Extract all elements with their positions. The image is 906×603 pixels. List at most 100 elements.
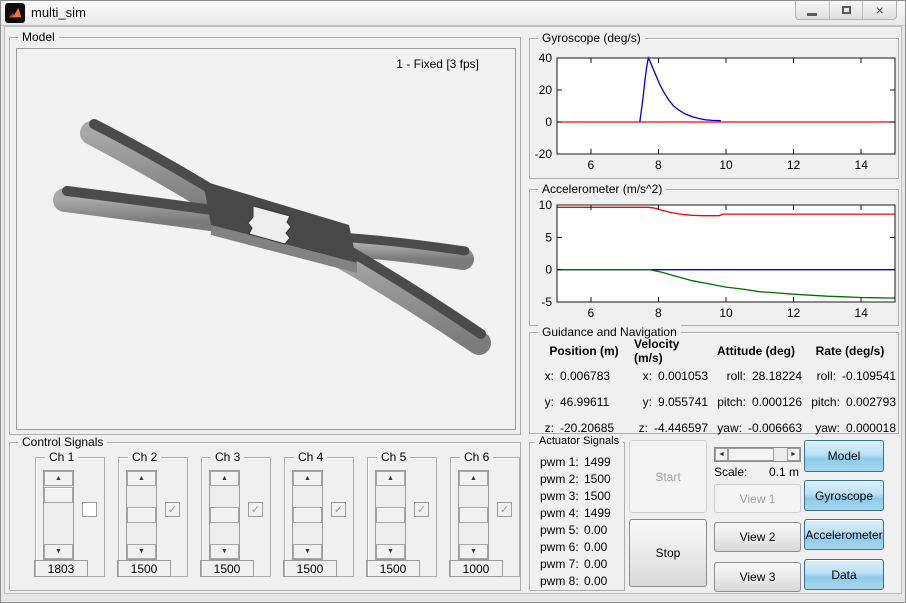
arrow-left-icon: ◄ — [718, 451, 725, 458]
slider-up-button[interactable]: ▲ — [210, 471, 239, 486]
actuator-signals-panel: Actuator Signals pwm 1:1499 pwm 2:1500 p… — [529, 442, 625, 591]
arrow-down-icon: ▼ — [470, 548, 477, 555]
accelerometer-panel: Accelerometer (m/s^2) 68101214-50510 — [529, 189, 899, 326]
slider-down-button[interactable]: ▼ — [376, 544, 405, 559]
slider-trough[interactable] — [459, 486, 488, 544]
svg-text:5: 5 — [545, 230, 552, 244]
pwm-row: pwm 6:0.00 — [530, 540, 624, 557]
channel-label: Ch 3 — [211, 450, 244, 464]
check-icon: ✓ — [500, 503, 509, 516]
slider-up-button[interactable]: ▲ — [459, 471, 488, 486]
svg-text:20: 20 — [539, 83, 553, 97]
start-button[interactable]: Start — [629, 440, 707, 513]
svg-text:0: 0 — [545, 263, 552, 277]
quadcopter-model — [17, 49, 517, 429]
gyroscope-chart: 68101214-2002040 — [532, 50, 898, 178]
slider-trough[interactable] — [210, 486, 239, 544]
slider-trough[interactable] — [44, 486, 73, 544]
close-icon: × — [876, 3, 884, 17]
channel-3-value: 1500 — [200, 560, 254, 577]
value-row: x:0.001053 — [634, 363, 708, 389]
scale-scrollbar[interactable]: ◄ ► — [714, 447, 801, 462]
arrow-up-icon: ▲ — [138, 475, 145, 482]
channel-label: Ch 4 — [294, 450, 327, 464]
scroll-left-button[interactable]: ◄ — [715, 448, 728, 461]
model-button[interactable]: Model — [804, 440, 884, 472]
model-3d-view[interactable]: 1 - Fixed [3 fps] — [16, 48, 516, 430]
value-row: yaw:-0.006663 — [710, 415, 802, 441]
value-row: x:0.006783 — [538, 363, 630, 389]
slider-trough[interactable] — [376, 486, 405, 544]
gyroscope-button[interactable]: Gyroscope — [804, 480, 884, 511]
gyroscope-panel: Gyroscope (deg/s) 68101214-2002040 — [529, 38, 899, 179]
channel-6-slider[interactable]: ▲ ▼ — [458, 470, 489, 560]
view-3-button[interactable]: View 3 — [714, 562, 801, 592]
slider-thumb[interactable] — [210, 507, 239, 523]
scrollbar-thumb[interactable] — [728, 448, 774, 461]
view-1-button[interactable]: View 1 — [714, 484, 801, 513]
channel-group-3: Ch 3 ▲ ▼ ✓ 1500 — [201, 457, 271, 577]
slider-thumb[interactable] — [376, 507, 405, 523]
stop-button[interactable]: Stop — [629, 519, 707, 587]
scale-row: Scale: 0.1 m — [714, 465, 801, 478]
pwm-row: pwm 4:1499 — [530, 506, 624, 523]
scroll-right-button[interactable]: ► — [787, 448, 800, 461]
channel-4-slider[interactable]: ▲ ▼ — [292, 470, 323, 560]
scale-value: 0.1 m — [769, 465, 799, 479]
channel-5-slider[interactable]: ▲ ▼ — [375, 470, 406, 560]
scale-label: Scale: — [714, 465, 747, 479]
close-button[interactable]: × — [863, 1, 896, 19]
channel-4-checkbox[interactable]: ✓ — [331, 502, 346, 517]
maximize-icon — [842, 6, 851, 14]
slider-up-button[interactable]: ▲ — [376, 471, 405, 486]
slider-thumb[interactable] — [293, 507, 322, 523]
channel-2-slider[interactable]: ▲ ▼ — [126, 470, 157, 560]
arrow-up-icon: ▲ — [55, 475, 62, 482]
window-controls: × — [795, 1, 897, 20]
channel-3-slider[interactable]: ▲ ▼ — [209, 470, 240, 560]
gyroscope-panel-title: Gyroscope (deg/s) — [538, 31, 645, 45]
svg-text:6: 6 — [587, 158, 594, 172]
slider-thumb[interactable] — [44, 487, 73, 503]
arrow-up-icon: ▲ — [470, 475, 477, 482]
svg-text:10: 10 — [719, 306, 733, 320]
channel-5-checkbox[interactable]: ✓ — [414, 502, 429, 517]
slider-down-button[interactable]: ▼ — [459, 544, 488, 559]
attitude-column: Attitude (deg) roll:28.18224 pitch:0.000… — [710, 339, 802, 429]
title-bar[interactable]: multi_sim × — [1, 1, 905, 26]
slider-trough[interactable] — [293, 486, 322, 544]
accelerometer-button[interactable]: Accelerometer — [804, 519, 884, 550]
slider-down-button[interactable]: ▼ — [293, 544, 322, 559]
maximize-button[interactable] — [830, 1, 864, 19]
arrow-up-icon: ▲ — [221, 475, 228, 482]
matlab-icon — [5, 3, 25, 23]
slider-thumb[interactable] — [127, 507, 156, 523]
arrow-down-icon: ▼ — [387, 548, 394, 555]
minimize-button[interactable] — [796, 1, 830, 19]
slider-trough[interactable] — [127, 486, 156, 544]
pwm-row: pwm 7:0.00 — [530, 557, 624, 574]
slider-up-button[interactable]: ▲ — [44, 471, 73, 486]
value-row: yaw:0.000018 — [804, 415, 896, 441]
data-button[interactable]: Data — [804, 559, 884, 590]
view-2-button[interactable]: View 2 — [714, 522, 801, 552]
slider-up-button[interactable]: ▲ — [293, 471, 322, 486]
slider-down-button[interactable]: ▼ — [210, 544, 239, 559]
channel-6-checkbox[interactable]: ✓ — [497, 502, 512, 517]
channel-1-slider[interactable]: ▲ ▼ — [43, 470, 74, 560]
svg-text:8: 8 — [655, 306, 662, 320]
channel-1-checkbox[interactable] — [82, 502, 97, 517]
slider-down-button[interactable]: ▼ — [44, 544, 73, 559]
channel-group-5: Ch 5 ▲ ▼ ✓ 1500 — [367, 457, 437, 577]
channel-2-value: 1500 — [117, 560, 171, 577]
slider-thumb[interactable] — [459, 507, 488, 523]
slider-down-button[interactable]: ▼ — [127, 544, 156, 559]
channel-6-value: 1000 — [449, 560, 503, 577]
value-row: y:46.99611 — [538, 389, 630, 415]
slider-up-button[interactable]: ▲ — [127, 471, 156, 486]
channel-2-checkbox[interactable]: ✓ — [165, 502, 180, 517]
pwm-row: pwm 3:1500 — [530, 489, 624, 506]
channel-3-checkbox[interactable]: ✓ — [248, 502, 263, 517]
check-icon: ✓ — [168, 503, 177, 516]
svg-text:14: 14 — [855, 158, 869, 172]
